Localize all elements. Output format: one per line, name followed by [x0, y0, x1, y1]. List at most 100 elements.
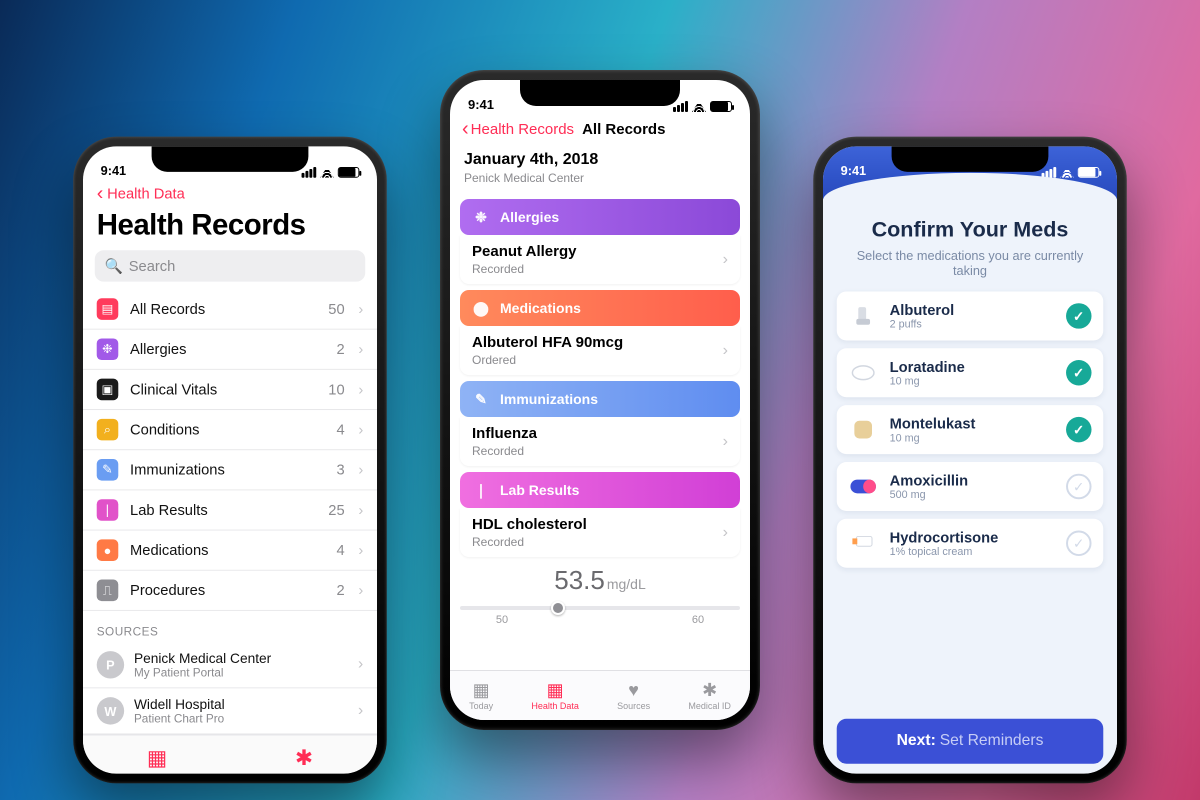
chevron-right-icon: ›: [358, 656, 363, 674]
signal-icon: [673, 101, 688, 112]
record-name: Influenza: [472, 425, 537, 442]
grid-icon[interactable]: ▦: [147, 745, 167, 770]
record-facility: Penick Medical Center: [464, 171, 736, 185]
category-label: Medications: [130, 542, 325, 559]
record-row[interactable]: HDL cholesterolRecorded›: [460, 508, 740, 557]
record-name: Albuterol HFA 90mcg: [472, 334, 623, 351]
med-dose: 500 mg: [890, 489, 968, 501]
heart-icon: ♥: [628, 681, 639, 699]
section-title: Allergies: [500, 209, 559, 225]
category-count: 2: [336, 341, 344, 358]
category-row[interactable]: ❘Lab Results25›: [83, 490, 377, 530]
category-row[interactable]: ✎Immunizations3›: [83, 450, 377, 490]
med-name: Montelukast: [890, 415, 976, 432]
med-dose: 2 puffs: [890, 318, 955, 330]
tab-sources[interactable]: ♥ Sources: [617, 681, 650, 711]
chevron-right-icon: ›: [358, 702, 363, 720]
search-input[interactable]: 🔍 Search: [95, 250, 365, 281]
phone-all-records: 9:41 ‹ Health Records All Records Januar…: [440, 70, 760, 730]
scale-thumb[interactable]: [551, 601, 565, 615]
med-dose: 10 mg: [890, 432, 976, 444]
procedures-icon: ⎍: [97, 580, 119, 602]
category-count: 4: [336, 421, 344, 438]
source-name: Widell Hospital: [134, 696, 225, 712]
record-status: Recorded: [472, 444, 537, 458]
source-row[interactable]: PPenick Medical CenterMy Patient Portal›: [83, 642, 377, 688]
medications-icon: ⬤: [472, 299, 490, 317]
category-row[interactable]: ●Medications4›: [83, 531, 377, 571]
med-list: Albuterol2 puffs✓Loratadine10 mg✓Montelu…: [837, 291, 1104, 575]
med-row[interactable]: Albuterol2 puffs ✓: [837, 291, 1104, 340]
category-row[interactable]: ▣ Clinical Vitals 10 ›: [83, 370, 377, 410]
record-name: Peanut Allergy: [472, 243, 576, 260]
back-label: Health Data: [107, 185, 185, 202]
section-title: Immunizations: [500, 391, 598, 407]
immunizations-icon: ✎: [472, 390, 490, 408]
med-name: Albuterol: [890, 302, 955, 319]
record-row[interactable]: InfluenzaRecorded›: [460, 417, 740, 466]
tab-bar: ▦Today ▦Health Data ♥ Sources ✱Medical ID: [450, 670, 750, 720]
section-header[interactable]: ❉Allergies: [460, 199, 740, 235]
med-row[interactable]: Amoxicillin500 mg ✓: [837, 462, 1104, 511]
page-title: Confirm Your Meds: [837, 217, 1104, 242]
back-label: Health Records: [471, 121, 574, 138]
status-time: 9:41: [468, 97, 494, 112]
chevron-right-icon: ›: [358, 381, 363, 398]
tab-medical-id[interactable]: ✱Medical ID: [688, 681, 731, 711]
signal-icon: [302, 167, 317, 178]
chevron-right-icon: ›: [358, 421, 363, 438]
check-off-icon[interactable]: ✓: [1066, 474, 1091, 499]
category-row[interactable]: ❉Allergies2›: [83, 330, 377, 370]
chevron-left-icon: ‹: [462, 118, 469, 141]
section-header[interactable]: ❘Lab Results: [460, 472, 740, 508]
calendar-icon: ▦: [473, 681, 490, 699]
back-button[interactable]: ‹ Health Data: [83, 180, 377, 204]
med-row[interactable]: Loratadine10 mg✓: [837, 348, 1104, 397]
notch: [520, 80, 680, 106]
category-row[interactable]: ▤All Records50›: [83, 289, 377, 329]
asterisk-icon: ✱: [702, 681, 717, 699]
check-off-icon[interactable]: ✓: [1066, 531, 1091, 556]
notch: [892, 146, 1049, 171]
next-prefix: Next:: [897, 732, 936, 750]
category-count: 10: [328, 381, 344, 398]
tab-health-data[interactable]: ▦Health Data: [531, 681, 579, 711]
tab-label: Sources: [617, 701, 650, 711]
category-label: Immunizations: [130, 461, 325, 478]
med-row[interactable]: Hydrocortisone1% topical cream ✓: [837, 519, 1104, 568]
sources-header: SOURCES: [83, 611, 377, 642]
back-button[interactable]: ‹ Health Records: [462, 118, 574, 141]
med-dose: 1% topical cream: [890, 546, 999, 558]
record-row[interactable]: Peanut AllergyRecorded›: [460, 235, 740, 284]
check-on-icon[interactable]: ✓: [1066, 417, 1091, 442]
phone-confirm-meds: 9:41 Confirm Your Meds Select the medica…: [813, 137, 1127, 784]
next-button[interactable]: Next: Set Reminders: [837, 719, 1104, 764]
square-pill-icon: [850, 417, 875, 442]
source-row[interactable]: WWidell HospitalPatient Chart Pro›: [83, 688, 377, 734]
check-on-icon[interactable]: ✓: [1066, 303, 1091, 328]
status-time: 9:41: [841, 163, 867, 178]
category-row[interactable]: ⌕Conditions4›: [83, 410, 377, 450]
med-name: Hydrocortisone: [890, 529, 999, 546]
tab-today[interactable]: ▦Today: [469, 681, 493, 711]
category-label: Lab Results: [130, 502, 317, 519]
category-label: Clinical Vitals: [130, 381, 317, 398]
section-header[interactable]: ✎ Immunizations: [460, 381, 740, 417]
immunizations-icon: ✎: [97, 459, 119, 481]
vitals-icon: ▣: [97, 379, 119, 401]
record-row[interactable]: Albuterol HFA 90mcg Ordered ›: [460, 326, 740, 375]
record-status: Recorded: [472, 535, 587, 549]
lab-scale[interactable]: 50 60: [460, 600, 740, 626]
battery-icon: [338, 167, 360, 178]
grid-icon: ▦: [547, 681, 564, 699]
category-row[interactable]: ⎍Procedures2›: [83, 571, 377, 611]
chevron-right-icon: ›: [723, 342, 728, 360]
category-count: 25: [328, 502, 344, 519]
asterisk-icon[interactable]: ✱: [295, 745, 313, 770]
med-name: Amoxicillin: [890, 472, 968, 489]
section-header[interactable]: ⬤Medications: [460, 290, 740, 326]
lab-unit: mg/dL: [607, 576, 646, 592]
check-on-icon[interactable]: ✓: [1066, 360, 1091, 385]
med-row[interactable]: Montelukast10 mg ✓: [837, 405, 1104, 454]
record-status: Ordered: [472, 353, 623, 367]
